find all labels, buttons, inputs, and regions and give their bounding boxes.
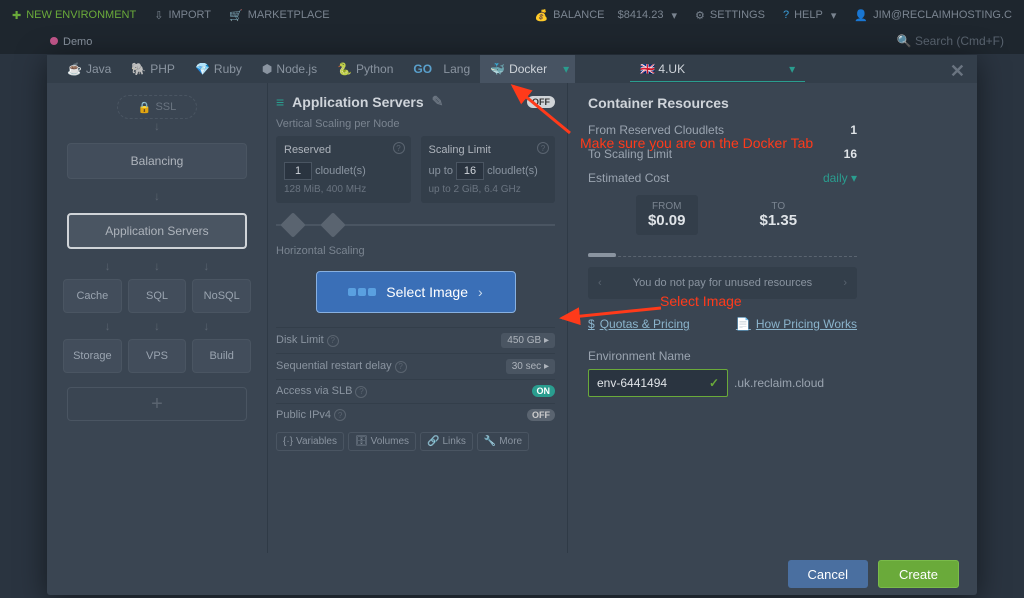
volumes-button[interactable]: 🗄Volumes: [348, 432, 416, 451]
cost-from: FROM$0.09: [636, 195, 698, 235]
restart-delay-value[interactable]: 30 sec ▸: [506, 359, 555, 374]
prev-icon[interactable]: ‹: [598, 277, 602, 289]
dollar-icon: $: [588, 317, 595, 331]
help-icon: ?: [783, 9, 789, 21]
docker-icon: 🐳: [490, 62, 505, 76]
application-servers-node[interactable]: Application Servers: [67, 213, 247, 249]
cost-chart: [588, 251, 857, 257]
region-selector[interactable]: 🇬🇧 4.UK ▾: [630, 56, 805, 82]
cancel-button[interactable]: Cancel: [788, 560, 868, 588]
import-icon: ⇩: [154, 9, 163, 22]
user-icon: 👤: [854, 9, 868, 22]
reserved-box: ? Reserved 1 cloudlet(s) 128 MiB, 400 MH…: [276, 136, 411, 203]
python-icon: 🐍: [337, 62, 352, 76]
period-selector[interactable]: daily ▾: [823, 171, 857, 185]
tab-php[interactable]: 🐘PHP: [121, 55, 185, 83]
create-button[interactable]: Create: [878, 560, 959, 588]
modal-footer: Cancel Create: [788, 553, 978, 595]
cart-icon: 🛒: [229, 9, 243, 22]
quotas-link[interactable]: $Quotas & Pricing: [588, 317, 690, 331]
config-column: ≡ Application Servers ✎ OFF Vertical Sca…: [267, 83, 567, 553]
user-menu[interactable]: 👤JIM@RECLAIMHOSTING.C: [854, 9, 1012, 22]
scaling-limit-field[interactable]: 16: [456, 162, 484, 180]
next-icon[interactable]: ›: [843, 277, 847, 289]
import-button[interactable]: ⇩IMPORT: [154, 9, 211, 22]
environment-wizard-modal: ✕ ☕Java 🐘PHP 💎Ruby ⬢Node.js 🐍Python GO L…: [47, 55, 977, 595]
how-pricing-link[interactable]: 📄How Pricing Works: [736, 317, 857, 331]
java-icon: ☕: [67, 62, 82, 76]
tab-bar: Demo: [0, 30, 1024, 54]
resources-title: Container Resources: [588, 95, 857, 111]
links-button[interactable]: 🔗Links: [420, 432, 473, 451]
tab-ruby[interactable]: 💎Ruby: [185, 55, 252, 83]
gear-icon: ⚙: [695, 9, 705, 22]
menu-icon: ≡: [276, 94, 284, 110]
env-name-input[interactable]: env-6441494✓: [588, 369, 728, 397]
storage-node[interactable]: Storage: [63, 339, 122, 373]
search-input[interactable]: 🔍 Search (Cmd+F): [897, 34, 1004, 48]
tab-demo[interactable]: Demo: [50, 36, 92, 48]
env-name-label: Environment Name: [588, 349, 857, 363]
scaling-limit-box: ? Scaling Limit up to 16 cloudlet(s) up …: [421, 136, 556, 203]
pricing-info: ‹ You do not pay for unused resources ›: [588, 267, 857, 299]
go-icon: GO: [413, 62, 432, 76]
new-environment-button[interactable]: ✚NEW ENVIRONMENT: [12, 9, 136, 22]
tab-node[interactable]: ⬢Node.js: [252, 55, 327, 83]
vertical-scaling-label: Vertical Scaling per Node: [276, 118, 555, 130]
check-icon: ✓: [709, 376, 719, 390]
settings-button[interactable]: ⚙SETTINGS: [695, 9, 765, 22]
language-tabs: ☕Java 🐘PHP 💎Ruby ⬢Node.js 🐍Python GO Lan…: [47, 55, 977, 83]
cache-node[interactable]: Cache: [63, 279, 122, 313]
cost-to: TO$1.35: [748, 195, 810, 235]
top-bar: ✚NEW ENVIRONMENT ⇩IMPORT 🛒MARKETPLACE 💰B…: [0, 0, 1024, 30]
tab-more-dropdown[interactable]: ▾: [557, 55, 575, 83]
node-icon: ⬢: [262, 62, 272, 76]
tab-python[interactable]: 🐍Python: [327, 55, 403, 83]
ruby-icon: 💎: [195, 62, 210, 76]
scaling-slider[interactable]: [276, 213, 555, 237]
topology-column: 🔒SSL ↓ Balancing ↓ Application Servers ↓…: [47, 83, 267, 553]
help-icon[interactable]: ?: [537, 142, 549, 154]
containers-icon: [348, 288, 376, 296]
more-button[interactable]: 🔧More: [477, 432, 529, 451]
marketplace-button[interactable]: 🛒MARKETPLACE: [229, 9, 330, 22]
doc-icon: 📄: [736, 317, 751, 331]
nosql-node[interactable]: NoSQL: [192, 279, 251, 313]
build-node[interactable]: Build: [192, 339, 251, 373]
tab-docker[interactable]: 🐳Docker: [480, 55, 557, 83]
select-image-button[interactable]: Select Image ›: [316, 271, 516, 313]
tab-go[interactable]: GO Lang: [403, 55, 480, 83]
php-icon: 🐘: [131, 62, 146, 76]
balance-display[interactable]: 💰BALANCE $8414.23 ▾: [534, 9, 677, 22]
help-button[interactable]: ?HELP ▾: [783, 9, 836, 22]
horizontal-scaling-label: Horizontal Scaling: [276, 245, 555, 257]
slb-toggle[interactable]: ON: [532, 385, 556, 397]
resources-column: Container Resources From Reserved Cloudl…: [567, 83, 877, 553]
variables-button[interactable]: {·}Variables: [276, 432, 344, 451]
money-icon: 💰: [534, 9, 548, 22]
ipv4-toggle[interactable]: OFF: [527, 409, 555, 421]
balancing-node[interactable]: Balancing: [67, 143, 247, 179]
add-node-button[interactable]: +: [67, 387, 247, 421]
help-icon[interactable]: ?: [393, 142, 405, 154]
chevron-right-icon: ›: [478, 284, 483, 300]
off-toggle[interactable]: OFF: [527, 96, 555, 108]
disk-limit-value[interactable]: 450 GB ▸: [501, 333, 555, 348]
edit-icon[interactable]: ✎: [432, 93, 444, 110]
lock-icon: 🔒: [138, 101, 152, 114]
section-title: ≡ Application Servers ✎ OFF: [276, 93, 555, 110]
env-domain-label: .uk.reclaim.cloud: [734, 376, 824, 390]
chevron-down-icon: ▾: [789, 62, 795, 76]
vps-node[interactable]: VPS: [128, 339, 187, 373]
flag-uk-icon: 🇬🇧: [640, 62, 655, 76]
plus-icon: ✚: [12, 9, 21, 22]
reserved-field[interactable]: 1: [284, 162, 312, 180]
ssl-node[interactable]: 🔒SSL: [117, 95, 197, 119]
sql-node[interactable]: SQL: [128, 279, 187, 313]
tab-java[interactable]: ☕Java: [57, 55, 121, 83]
close-icon[interactable]: ✕: [950, 61, 965, 82]
